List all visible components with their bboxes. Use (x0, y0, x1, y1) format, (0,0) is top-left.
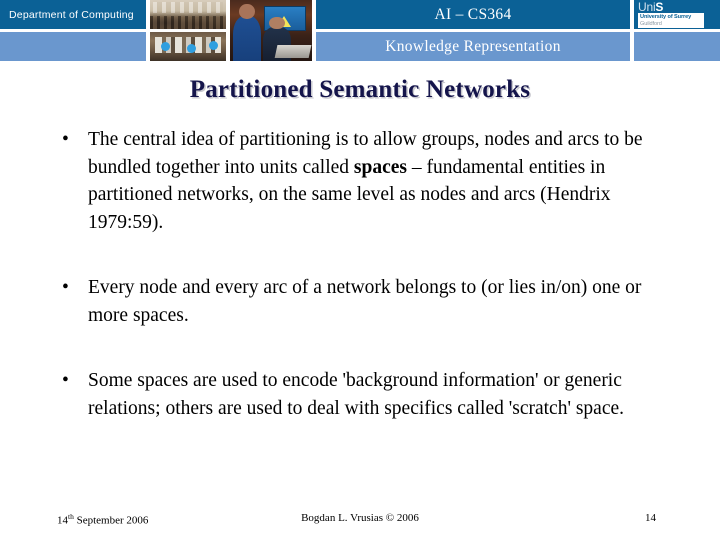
bullet-text: The central idea of partitioning is to a… (88, 129, 643, 233)
bullet-marker: • (62, 277, 69, 298)
unis-wordmark: UniS (638, 1, 663, 13)
bullet-text: Every node and every arc of a network be… (88, 277, 642, 326)
bullet-item: • Every node and every arc of a network … (55, 274, 669, 329)
slide-footer: 14th September 2006 Bogdan L. Vrusias © … (0, 512, 720, 532)
laptop-shape (274, 45, 312, 59)
person-left-shape (233, 4, 262, 61)
computer-lab-photo (150, 32, 226, 61)
bullet-item: • Some spaces are used to encode 'backgr… (55, 367, 669, 422)
bullet-marker: • (62, 129, 69, 150)
page-title: Partitioned Semantic Networks (189, 76, 531, 103)
course-topic-bar: Knowledge Representation (316, 32, 630, 61)
bullet-item: • The central idea of partitioning is to… (55, 126, 669, 236)
footer-author: Bogdan L. Vrusias © 2006 (301, 512, 419, 524)
course-topic-label: Knowledge Representation (385, 37, 561, 55)
students-laptop-photo (230, 0, 312, 61)
lecture-hall-image (150, 0, 226, 29)
unis-wordmark-accent: S (655, 0, 664, 14)
slide-header-banner: Department of Computing AI – CS364 Knowl… (0, 0, 720, 62)
course-code-label: AI – CS364 (434, 5, 512, 23)
lecture-hall-photo (150, 0, 226, 29)
footer-page-number: 14 (645, 512, 656, 524)
students-laptop-image (230, 0, 312, 61)
department-block: Department of Computing (0, 0, 146, 29)
university-location-label: Guildford (640, 20, 662, 27)
bullet-marker: • (62, 370, 69, 391)
bullet-text: Some spaces are used to encode 'backgrou… (88, 370, 625, 419)
university-logo-caption: University of Surrey Guildford (638, 13, 704, 28)
department-block-lower (0, 32, 146, 61)
unis-wordmark-prefix: Uni (638, 0, 656, 14)
header-photo-column-left (150, 0, 226, 61)
department-label: Department of Computing (9, 8, 134, 21)
university-logo-block: UniS University of Surrey Guildford (634, 0, 720, 29)
course-code-bar: AI – CS364 (316, 0, 630, 29)
university-logo-block-lower (634, 32, 720, 61)
computer-lab-image (150, 32, 226, 61)
slide-body: • The central idea of partitioning is to… (55, 126, 669, 422)
